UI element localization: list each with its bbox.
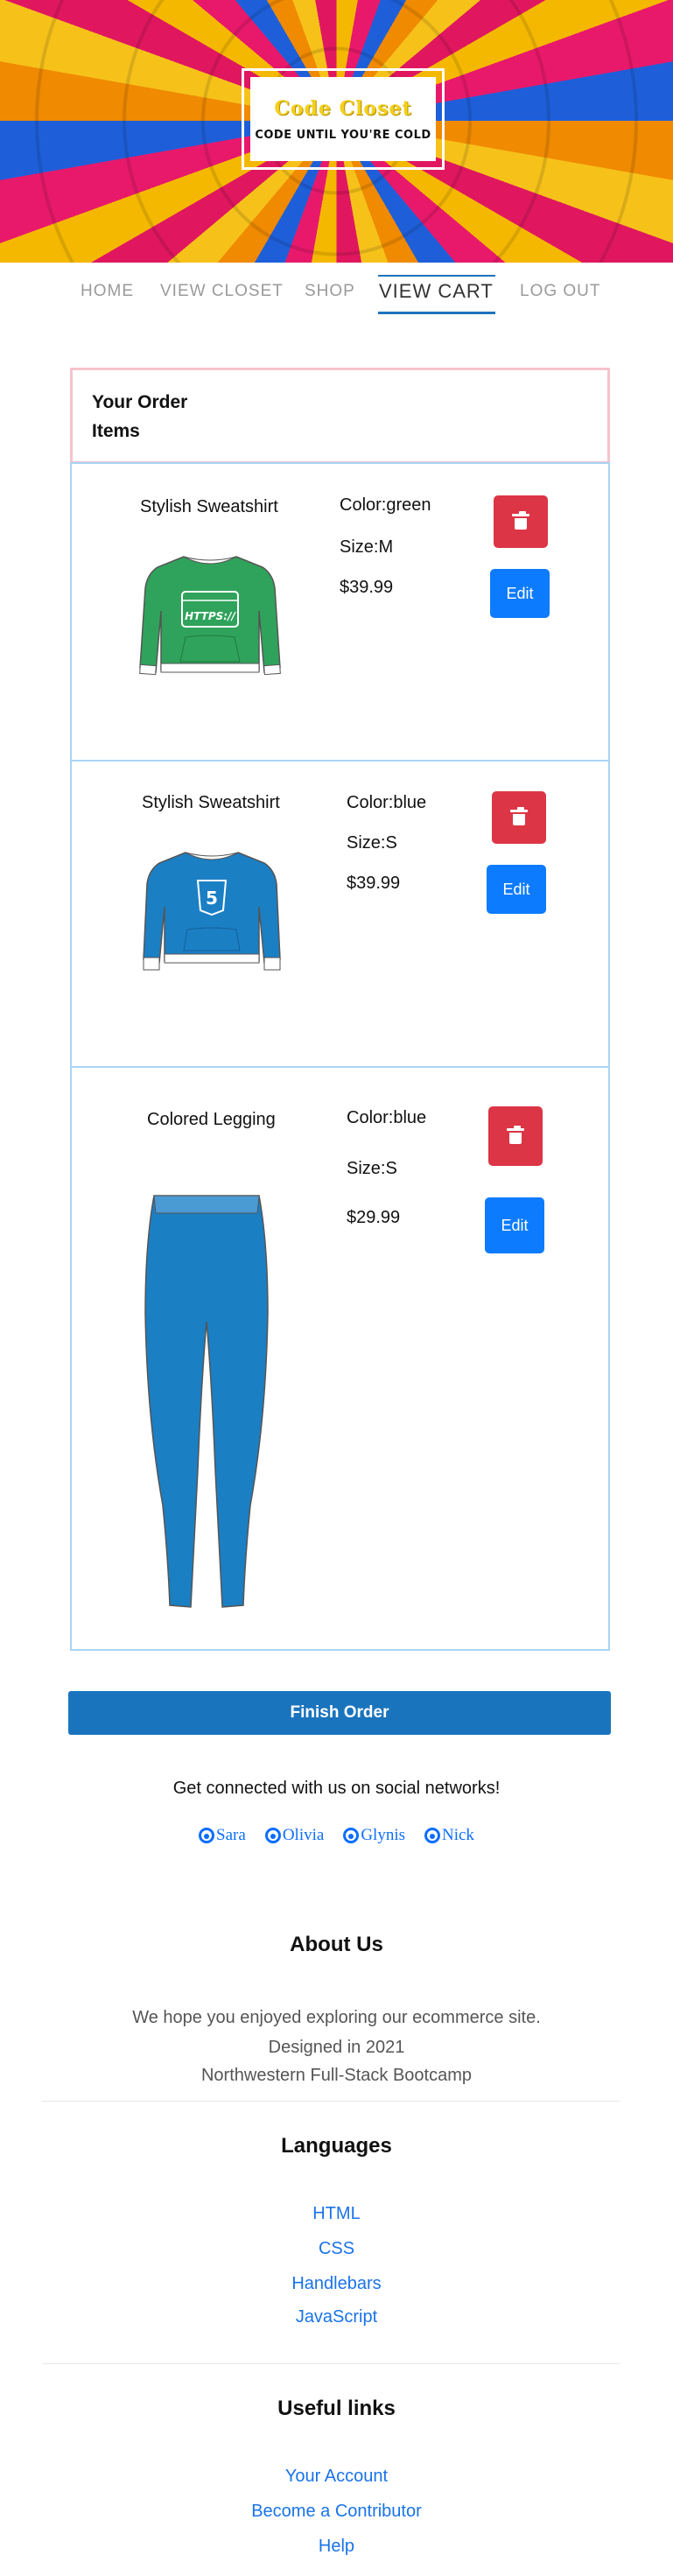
nav-active-indicator [378,275,495,277]
language-link-css[interactable]: CSS [0,2239,673,2259]
logo-frame: Code Closet CODE UNTIL YOU'RE COLD [242,68,445,170]
link-your-account[interactable]: Your Account [0,2467,673,2487]
item-price: $29.99 [347,1208,401,1227]
svg-text:5: 5 [206,888,218,909]
language-link-javascript[interactable]: JavaScript [0,2307,673,2327]
item-color: Color:blue [347,793,427,812]
divider [42,2101,620,2102]
cart-item: Colored Legging Color:blue Size:S $29.99… [70,1066,610,1651]
order-header: Your Order Items [70,368,610,464]
github-link-glynis[interactable]: Glynis [343,1826,405,1845]
edit-item-button[interactable]: Edit [490,569,550,618]
item-size: Size:S [347,833,397,853]
link-become-contributor[interactable]: Become a Contributor [0,2502,673,2522]
blue-legging-image [144,1195,269,1608]
cart-item: Stylish Sweatshirt 5 Color:blue Size:S $… [70,760,610,1068]
nav-active-underline [378,312,495,314]
edit-item-button[interactable]: Edit [485,1197,544,1253]
github-icon [199,1828,215,1843]
order-title: Your Order [92,392,188,412]
order-subtitle: Items [92,421,140,441]
hero-banner: Code Closet CODE UNTIL YOU'RE COLD [0,0,673,263]
social-heading: Get connected with us on social networks… [172,1779,501,1798]
github-icon [343,1828,360,1843]
cart-item: Stylish Sweatshirt HTTPS:// Color:green … [70,462,610,762]
about-heading: About Us [290,1933,383,1956]
about-line: Northwestern Full-Stack Bootcamp [200,2066,472,2085]
delete-item-button[interactable] [492,791,546,844]
github-link-sara[interactable]: Sara [199,1826,246,1845]
language-link-html[interactable]: HTML [0,2204,673,2224]
nav-shop[interactable]: SHOP [305,282,355,301]
logo[interactable]: Code Closet CODE UNTIL YOU'RE COLD [250,77,436,161]
finish-order-button[interactable]: Finish Order [68,1691,611,1735]
svg-text:HTTPS://: HTTPS:// [185,610,236,622]
nav-view-closet[interactable]: VIEW CLOSET [160,282,284,301]
divider [42,2363,620,2364]
main-nav: HOME VIEW CLOSET SHOP VIEW CART LOG OUT [0,275,673,315]
item-name: Colored Legging [147,1110,276,1129]
social-link-label: Nick [442,1826,474,1844]
logo-tagline: CODE UNTIL YOU'RE COLD [255,128,431,142]
about-line: Designed in 2021 [268,2038,405,2057]
github-icon [264,1828,281,1843]
trash-icon [512,511,529,530]
edit-item-button[interactable]: Edit [487,865,546,914]
social-link-label: Glynis [361,1826,405,1844]
item-size: Size:S [347,1159,397,1178]
github-link-nick[interactable]: Nick [424,1826,474,1845]
blue-sweatshirt-image: 5 [143,852,281,971]
green-sweatshirt-image: HTTPS:// [139,556,281,676]
useful-links-heading: Useful links [277,2397,396,2420]
language-link-handlebars[interactable]: Handlebars [0,2274,673,2294]
social-link-label: Olivia [282,1826,325,1844]
delete-item-button[interactable] [488,1106,543,1166]
trash-icon [510,807,528,825]
delete-item-button[interactable] [494,495,548,548]
item-color: Color:green [340,495,431,515]
nav-home[interactable]: HOME [81,282,134,301]
item-price: $39.99 [340,578,394,597]
item-name: Stylish Sweatshirt [140,497,278,516]
social-link-label: Sara [216,1826,246,1844]
github-link-olivia[interactable]: Olivia [264,1826,325,1845]
languages-heading: Languages [281,2134,392,2158]
logo-title: Code Closet [274,96,412,120]
nav-view-cart[interactable]: VIEW CART [379,280,494,303]
item-name: Stylish Sweatshirt [142,793,280,812]
nav-log-out[interactable]: LOG OUT [520,282,601,301]
github-icon [424,1828,440,1843]
item-color: Color:blue [347,1108,427,1127]
trash-icon [507,1126,524,1144]
item-price: $39.99 [347,874,401,893]
about-line: We hope you enjoyed exploring our ecomme… [132,2008,541,2027]
link-help[interactable]: Help [0,2537,673,2557]
social-links: Sara Olivia Glynis Nick [0,1826,673,1845]
item-size: Size:M [340,537,394,557]
